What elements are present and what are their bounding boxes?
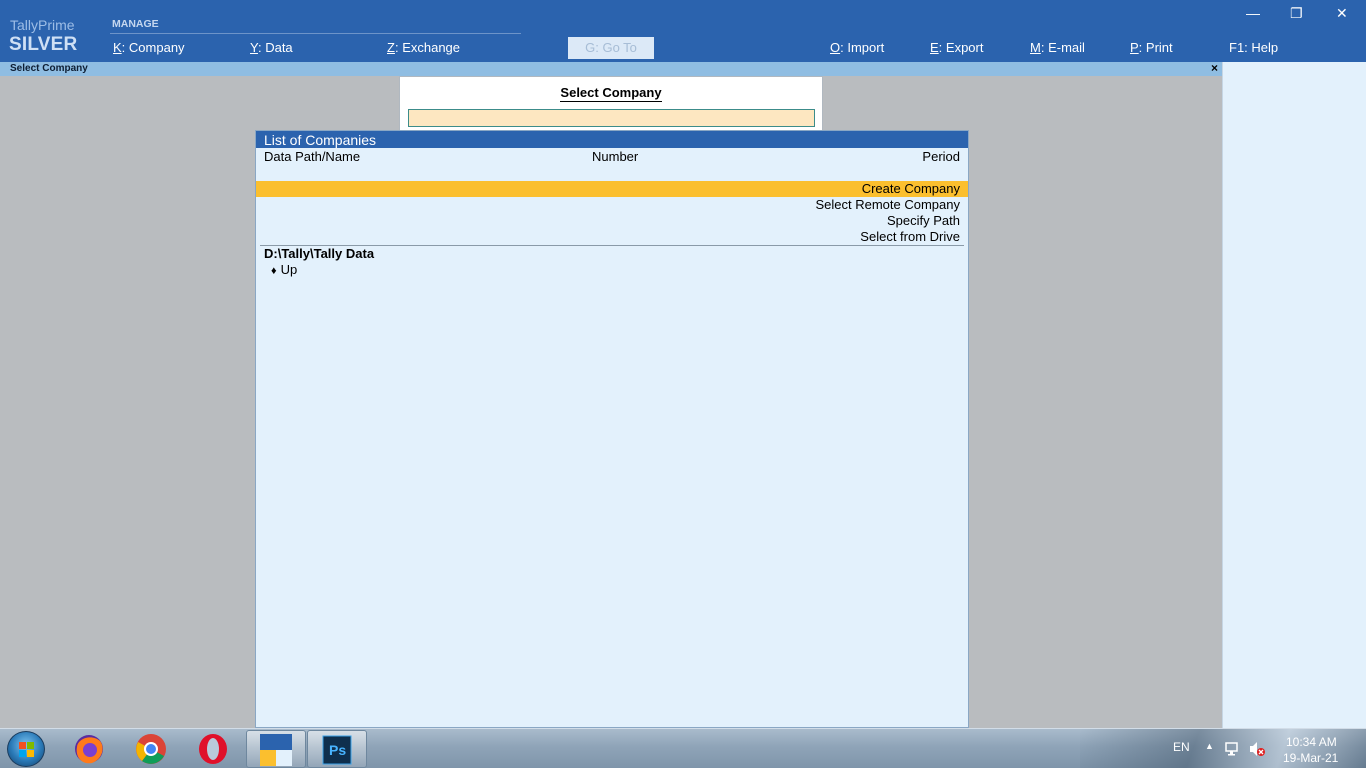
- close-screen-button[interactable]: ×: [1211, 61, 1218, 75]
- menu-export[interactable]: E: Export: [930, 40, 983, 55]
- firefox-icon[interactable]: [72, 732, 106, 766]
- menu-company[interactable]: K: Company: [113, 40, 185, 55]
- list-title: List of Companies: [256, 131, 968, 148]
- column-header-path: Data Path/Name: [264, 149, 361, 164]
- select-company-box: Select Company: [399, 76, 823, 132]
- button-bar-panel: [1222, 62, 1366, 728]
- windows-start-icon[interactable]: [7, 731, 45, 767]
- tallyprime-icon: [259, 733, 293, 767]
- up-item[interactable]: ♦ Up: [256, 262, 968, 278]
- menu-exchange[interactable]: Z: Exchange: [387, 40, 460, 55]
- menu-data[interactable]: Y: Data: [250, 40, 293, 55]
- close-window-button[interactable]: ✕: [1336, 5, 1348, 22]
- photoshop-taskbar-button[interactable]: Ps: [307, 730, 367, 768]
- show-hidden-icons-icon[interactable]: ▲: [1205, 741, 1214, 751]
- column-header-period: Period: [922, 149, 960, 164]
- chrome-icon[interactable]: [134, 732, 168, 766]
- menu-email[interactable]: M: E-mail: [1030, 40, 1085, 55]
- select-remote-company-item[interactable]: Select Remote Company: [256, 197, 968, 213]
- minimize-button[interactable]: —: [1246, 5, 1260, 21]
- clock-time[interactable]: 10:34 AM: [1286, 735, 1337, 749]
- manage-divider: [110, 33, 521, 34]
- opera-icon[interactable]: [196, 732, 230, 766]
- menu-goto[interactable]: G: Go To: [568, 37, 654, 59]
- select-company-title: Select Company: [560, 85, 662, 102]
- screen-header: Select Company ×: [0, 61, 1222, 76]
- list-of-companies-panel: List of Companies Data Path/Name Number …: [255, 130, 969, 728]
- menu-import[interactable]: O: Import: [830, 40, 884, 55]
- restore-button[interactable]: ❐: [1290, 5, 1303, 22]
- specify-path-item[interactable]: Specify Path: [256, 213, 968, 229]
- manage-section-label: MANAGE: [112, 18, 159, 30]
- brand-name: TallyPrime: [10, 17, 75, 33]
- volume-muted-icon[interactable]: [1248, 740, 1266, 758]
- diamond-icon: ♦: [271, 265, 277, 277]
- column-headers: Data Path/Name Number Period: [256, 148, 968, 165]
- photoshop-icon: Ps: [320, 733, 354, 767]
- network-icon[interactable]: [1224, 740, 1242, 758]
- column-header-number: Number: [592, 149, 639, 164]
- company-search-input[interactable]: [408, 109, 815, 127]
- menu-help[interactable]: F1: Help: [1229, 40, 1278, 55]
- screen-title: Select Company: [10, 63, 88, 74]
- brand-edition: SILVER: [9, 34, 78, 55]
- title-bar: TallyPrime SILVER MANAGE K: Company Y: D…: [0, 0, 1366, 62]
- data-path-label: D:\Tally\Tally Data: [264, 246, 375, 261]
- taskbar: Ps EN ▲ 10:34 AM 19-Mar-21: [0, 728, 1366, 768]
- menu-print[interactable]: P: Print: [1130, 40, 1173, 55]
- language-indicator[interactable]: EN: [1173, 740, 1190, 754]
- select-from-drive-item[interactable]: Select from Drive: [256, 229, 968, 245]
- tallyprime-taskbar-button[interactable]: [246, 730, 306, 768]
- clock-date[interactable]: 19-Mar-21: [1283, 751, 1338, 765]
- create-company-item[interactable]: Create Company: [256, 181, 968, 197]
